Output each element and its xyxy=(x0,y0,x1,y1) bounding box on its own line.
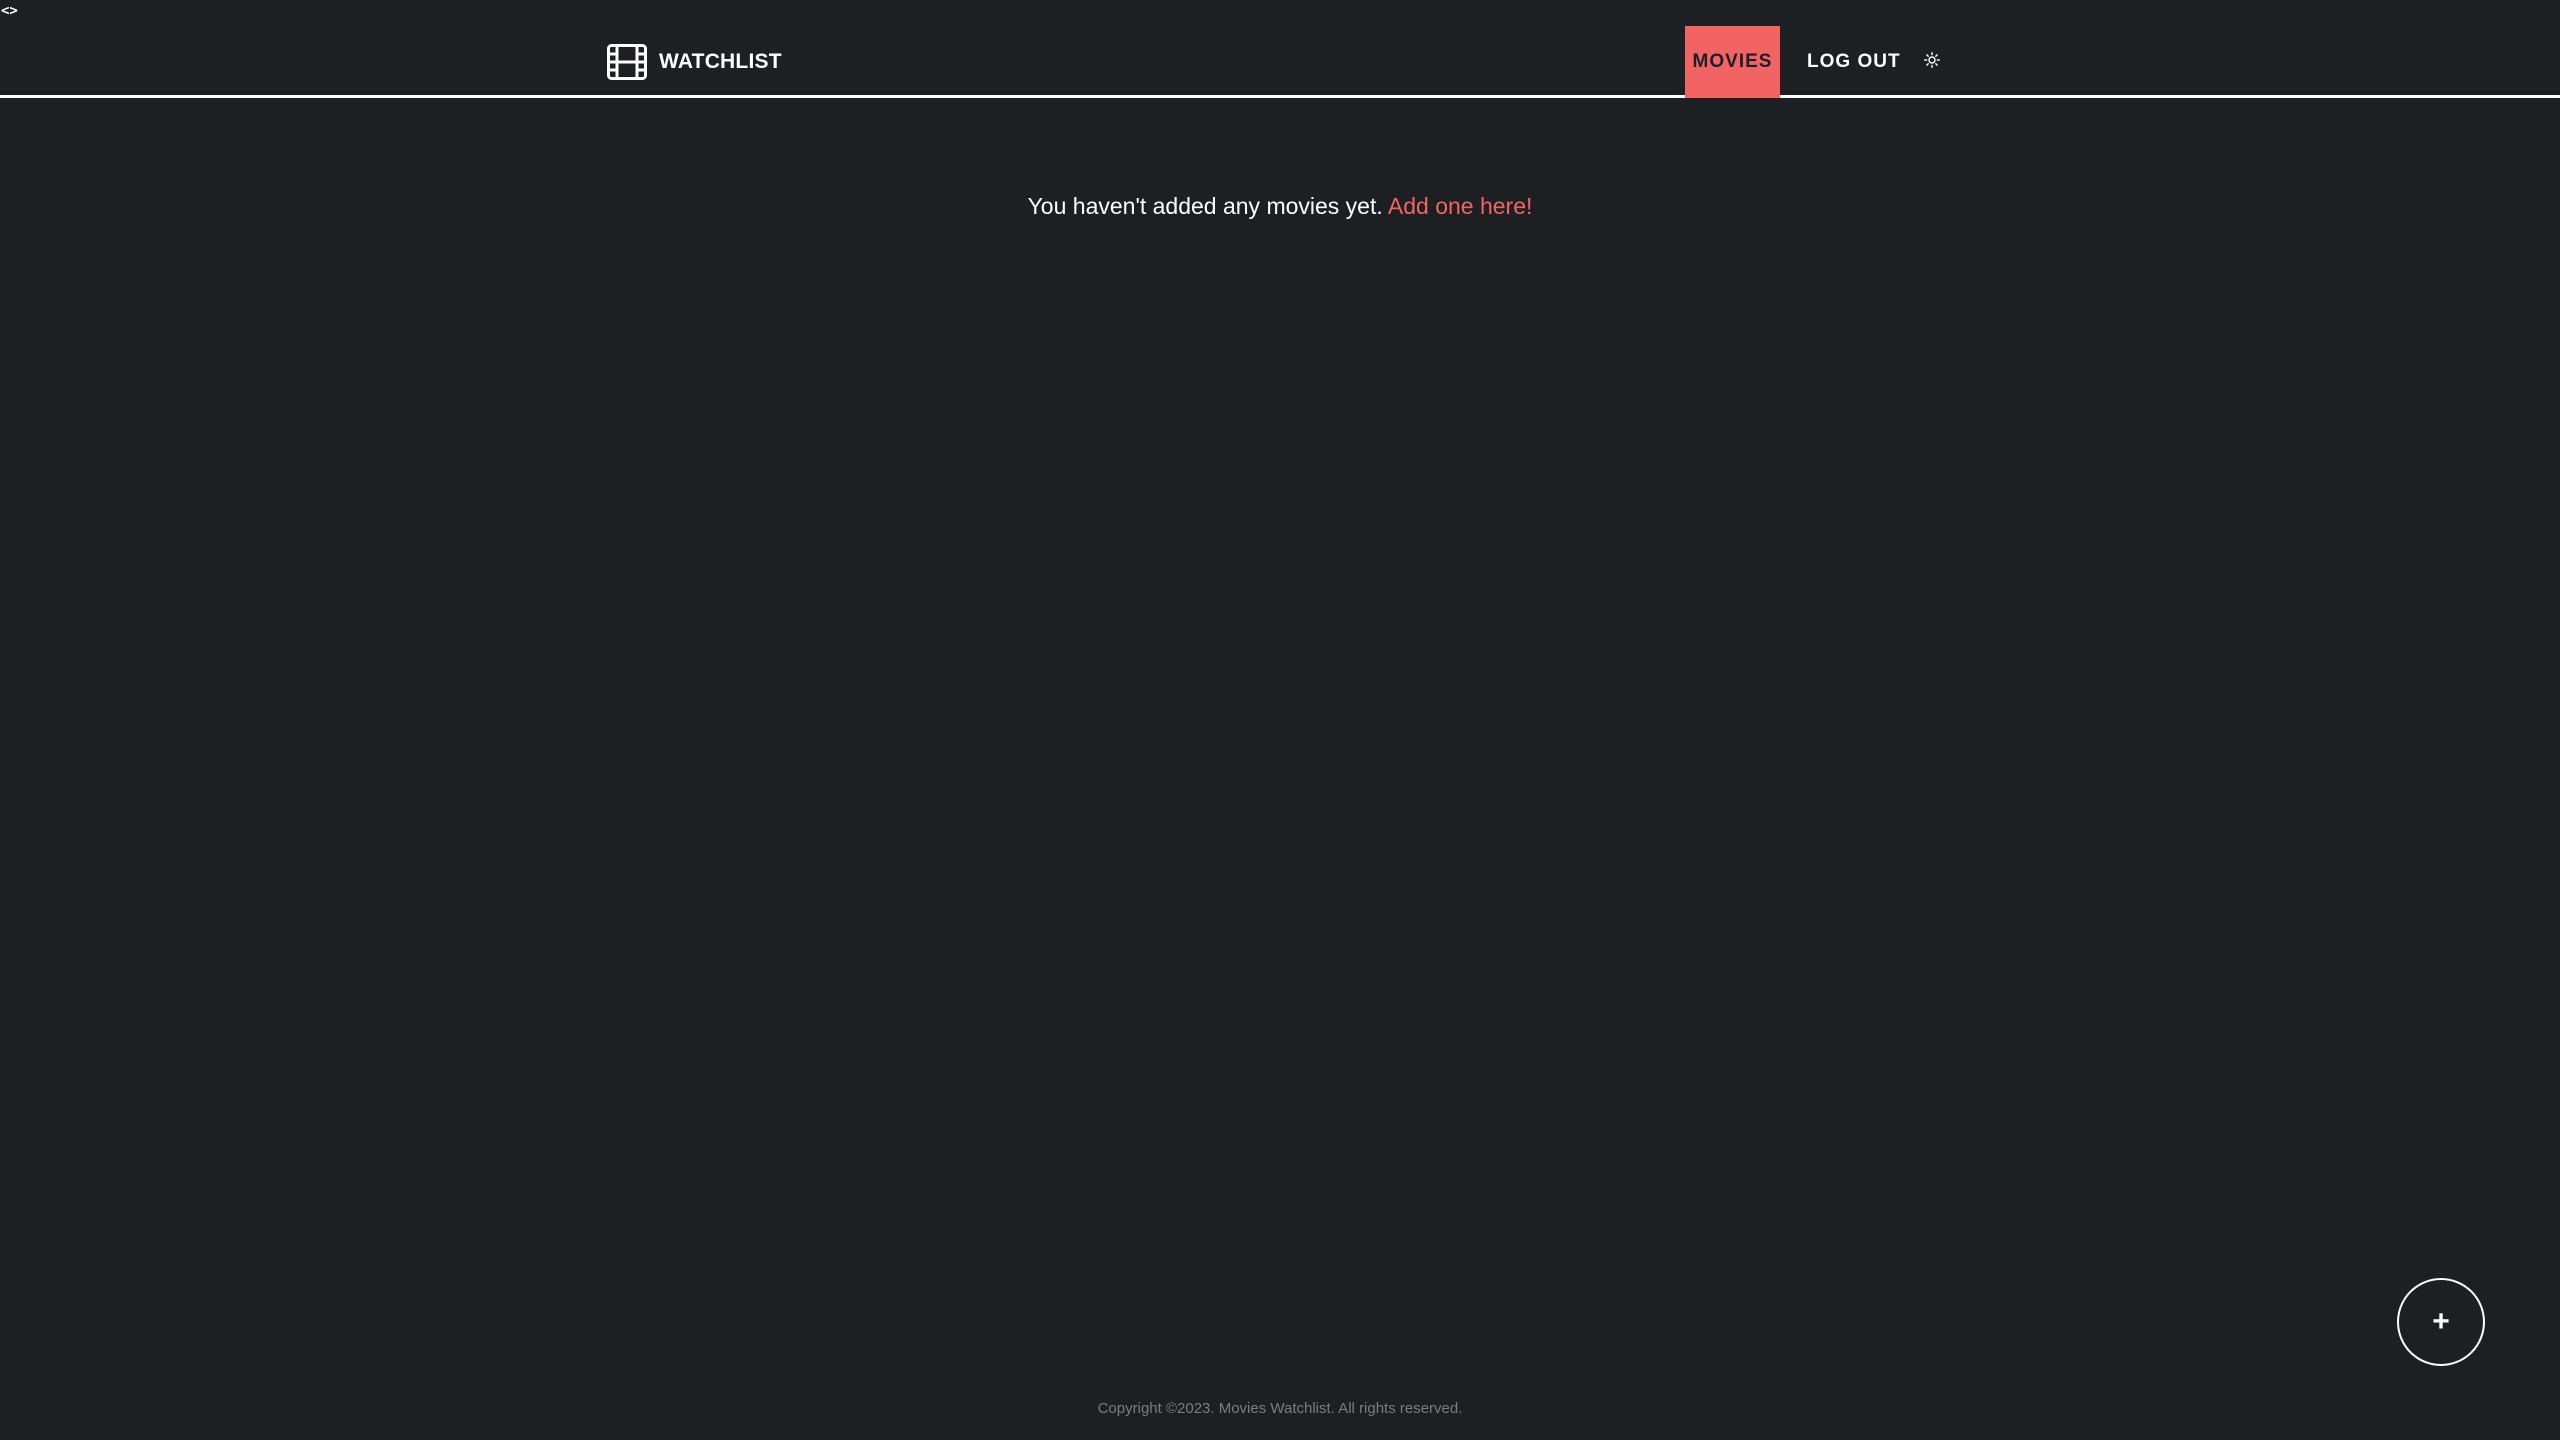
film-icon xyxy=(607,44,647,80)
nav-movies-link[interactable]: MOVIES xyxy=(1685,26,1780,98)
empty-state-message: You haven't added any movies yet. Add on… xyxy=(0,190,2560,222)
plus-icon: + xyxy=(2432,1305,2450,1338)
nav-logout-link[interactable]: LOG OUT xyxy=(1795,26,1913,98)
add-movie-link[interactable]: Add one here! xyxy=(1388,193,1533,219)
site-header: WATCHLIST MOVIES LOG OUT xyxy=(0,0,2560,98)
brand-label: WATCHLIST xyxy=(659,50,782,73)
add-movie-fab-button[interactable]: + xyxy=(2397,1278,2485,1366)
empty-state-text: You haven't added any movies yet. xyxy=(1027,193,1383,219)
site-footer: Copyright ©2023. Movies Watchlist. All r… xyxy=(0,1399,2560,1419)
footer-copyright: Copyright ©2023. Movies Watchlist. All r… xyxy=(1097,1400,1463,1417)
theme-toggle-button[interactable] xyxy=(1922,50,1942,70)
brand-link[interactable]: WATCHLIST xyxy=(607,44,782,80)
sun-icon xyxy=(1924,52,1940,68)
